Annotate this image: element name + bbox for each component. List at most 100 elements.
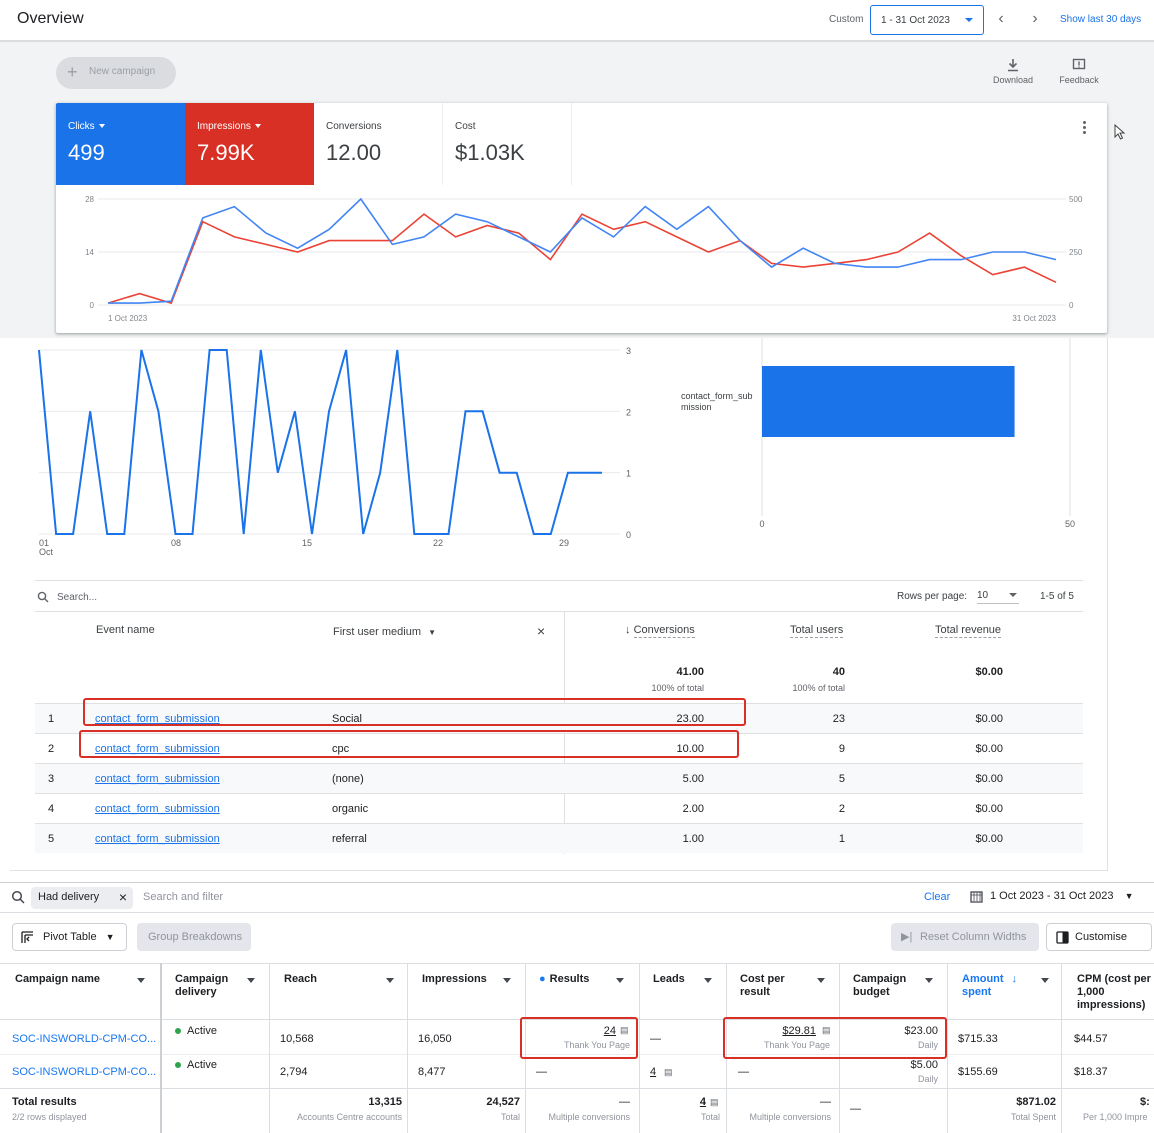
search-and-filter-input[interactable]: Search and filter — [143, 891, 223, 903]
event-name-link[interactable]: contact_form_submission — [95, 773, 220, 785]
users-value: 1 — [838, 833, 845, 845]
total-reach-sub: Accounts Centre accounts — [296, 1112, 402, 1122]
col-campaign-budget[interactable]: Campaign budget — [853, 973, 906, 999]
delivery-status: Active — [175, 1025, 217, 1037]
x-tick-label: 15 — [302, 538, 312, 548]
dropdown-caret-icon[interactable] — [817, 978, 825, 983]
medium-value: referral — [332, 833, 367, 845]
col-total-revenue[interactable]: Total revenue — [935, 624, 1002, 638]
leads-value[interactable]: 4 — [650, 1066, 656, 1078]
total-cost-per-result: — — [820, 1096, 831, 1108]
col-results[interactable]: ● Results — [539, 973, 589, 986]
total-leads[interactable]: 4 — [640, 1096, 706, 1108]
col-campaign-name[interactable]: Campaign name — [15, 973, 100, 986]
event-name-link[interactable]: contact_form_submission — [95, 803, 220, 815]
col-label: CPM (cost per — [1077, 973, 1151, 985]
table-search-input[interactable]: Search... — [57, 592, 97, 603]
metric-label: Cost — [455, 121, 476, 132]
more-options-icon[interactable] — [1078, 121, 1090, 139]
col-conversions[interactable]: ↓ Conversions — [625, 624, 695, 638]
dropdown-caret-icon[interactable] — [616, 978, 624, 983]
dropdown-caret-icon[interactable] — [247, 978, 255, 983]
col-impressions[interactable]: Impressions — [422, 973, 487, 986]
dropdown-caret-icon[interactable] — [503, 978, 511, 983]
metric-value: 12.00 — [326, 140, 382, 165]
clear-button[interactable]: Clear — [924, 891, 950, 903]
show-last-30-days-link[interactable]: Show last 30 days — [1060, 14, 1141, 25]
total-conversions: 41.00 — [676, 666, 704, 678]
reach-value: 2,794 — [280, 1066, 308, 1078]
dropdown-caret-icon[interactable] — [704, 978, 712, 983]
filter-chip[interactable]: Had delivery × — [31, 887, 133, 909]
metric-value: 7.99K — [197, 140, 255, 165]
metric-cost[interactable]: Cost $1.03K — [443, 103, 572, 185]
dropdown-caret-icon[interactable] — [1041, 978, 1049, 983]
metric-clicks[interactable]: Clicks 499 — [56, 103, 185, 185]
col-amount-spent[interactable]: Amount ↓ spent — [962, 973, 1017, 999]
mouse-cursor-icon — [1114, 124, 1126, 140]
metric-impressions[interactable]: Impressions 7.99K — [185, 103, 314, 185]
col-label: Total users — [790, 624, 844, 638]
bar-category-label: contact_form_submission — [681, 391, 753, 412]
reset-column-widths-button[interactable]: ▶| Reset Column Widths — [891, 923, 1039, 951]
y-tick-label-right: 250 — [1069, 248, 1083, 257]
new-campaign-label: New campaign — [89, 66, 156, 77]
col-label: Total revenue — [935, 624, 1002, 638]
total-users: 40 — [832, 666, 845, 678]
pivot-table-button[interactable]: Pivot Table ▼ — [12, 923, 127, 951]
feedback-button[interactable]: Feedback — [1054, 58, 1104, 85]
row-index: 2 — [48, 743, 55, 755]
campaign-name-link[interactable]: SOC-INSWORLD-CPM-CO... — [12, 1066, 156, 1078]
impressions-value: 16,050 — [418, 1033, 452, 1045]
new-campaign-button[interactable]: + New campaign — [56, 57, 176, 89]
rows-per-page-value: 10 — [977, 590, 989, 601]
date-range-picker[interactable]: 1 Oct 2023 - 31 Oct 2023 ▼ — [970, 890, 1134, 903]
campaign-name-link[interactable]: SOC-INSWORLD-CPM-CO... — [12, 1033, 156, 1045]
chevron-left-icon[interactable]: ‹ — [992, 10, 1010, 28]
conversions-value: 5.00 — [682, 773, 704, 785]
total-leads-sub: Total — [700, 1112, 720, 1122]
dropdown-caret-icon[interactable] — [137, 978, 145, 983]
col-cpm[interactable]: CPM (cost per 1,000 impressions) — [1077, 973, 1151, 1012]
total-impressions-sub: Total — [500, 1112, 520, 1122]
col-label: impressions) — [1077, 999, 1146, 1011]
series-line-conversions — [38, 349, 602, 535]
col-cost-per-result[interactable]: Cost per result — [740, 973, 785, 999]
x-tick-label: 1 Oct 2023 — [108, 314, 148, 323]
active-status-dot-icon — [175, 1028, 181, 1035]
date-range-select[interactable]: 1 - 31 Oct 2023 — [870, 5, 984, 35]
filter-chip-label: Had delivery — [38, 891, 100, 903]
download-button[interactable]: Download — [988, 58, 1038, 85]
dropdown-caret-icon[interactable] — [925, 978, 933, 983]
highlight-box-row-1 — [83, 698, 746, 726]
col-label: Amount — [962, 973, 1004, 985]
table-row: 4 contact_form_submission organic 2.00 2 $0.0… — [35, 793, 1083, 823]
event-name-link[interactable]: contact_form_submission — [95, 833, 220, 845]
dropdown-caret-icon — [254, 124, 261, 129]
col-first-user-medium[interactable]: First user medium ▼ — [333, 626, 436, 638]
metric-conversions[interactable]: Conversions 12.00 — [314, 103, 443, 185]
total-cpm: $: — [1140, 1096, 1150, 1108]
col-total-users[interactable]: Total users — [790, 624, 844, 638]
col-campaign-delivery[interactable]: Campaign delivery — [175, 973, 228, 999]
cpm-value: $44.57 — [1074, 1033, 1108, 1045]
revenue-value: $0.00 — [975, 743, 1003, 755]
total-results-label: Total results — [12, 1096, 77, 1108]
x-tick-label: 08 — [171, 538, 181, 548]
users-value: 9 — [838, 743, 845, 755]
remove-dimension-close-icon[interactable]: × — [537, 623, 545, 639]
chevron-right-icon[interactable]: › — [1026, 10, 1044, 28]
group-breakdowns-button[interactable]: Group Breakdowns — [137, 923, 251, 951]
revenue-value: $0.00 — [975, 833, 1003, 845]
dropdown-caret-icon[interactable] — [386, 978, 394, 983]
col-leads[interactable]: Leads — [653, 973, 685, 986]
total-conversions-pct: 100% of total — [651, 683, 704, 693]
customise-button[interactable]: Customise — [1046, 923, 1152, 951]
users-value: 2 — [838, 803, 845, 815]
rows-per-page-select[interactable]: 10 — [977, 590, 1019, 604]
close-icon[interactable]: × — [119, 889, 127, 905]
col-reach[interactable]: Reach — [284, 973, 317, 986]
row-index: 4 — [48, 803, 55, 815]
total-cost-per-result-sub: Multiple conversions — [749, 1112, 831, 1122]
col-label: result — [740, 986, 770, 998]
